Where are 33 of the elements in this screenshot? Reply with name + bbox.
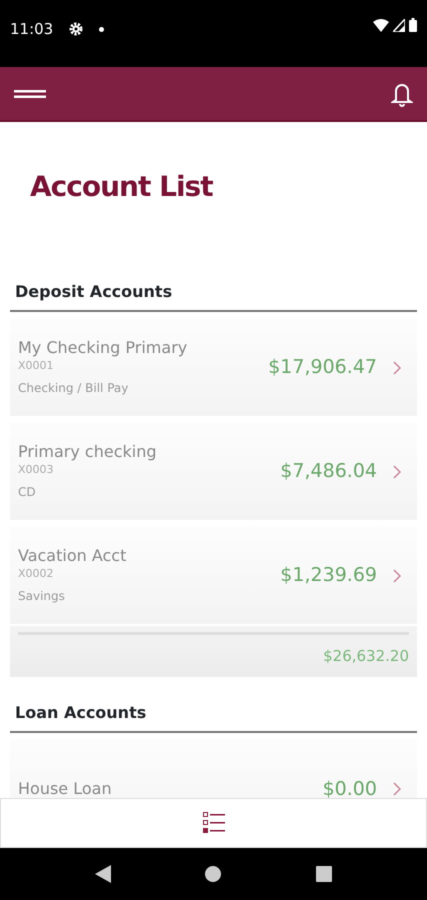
account-name: Primary checking	[18, 442, 158, 460]
wifi-icon	[373, 18, 389, 32]
chevron-right-icon	[393, 782, 401, 796]
account-balance: $17,906.47	[268, 357, 377, 378]
list-icon[interactable]	[202, 812, 224, 834]
account-number: X0002	[18, 566, 55, 582]
account-balance: $7,486.04	[280, 461, 377, 482]
chevron-right-icon	[393, 464, 401, 479]
account-type: Savings	[18, 588, 66, 605]
section-heading: Deposit Accounts	[10, 280, 417, 312]
chevron-right-icon	[393, 568, 401, 583]
total-balance: $26,632.20	[323, 646, 409, 667]
chevron-right-icon	[393, 360, 401, 375]
home-icon[interactable]	[205, 866, 222, 882]
account-balance: $0.00	[322, 778, 377, 798]
account-type: Checking / Bill Pay	[18, 380, 130, 397]
account-number: X0003	[18, 462, 55, 478]
account-name: Vacation Acct	[18, 546, 128, 564]
account-type: CD	[18, 484, 37, 501]
account-name: House Loan	[18, 780, 113, 798]
page-title: Account List	[30, 170, 214, 204]
clock: 11:03	[10, 19, 54, 40]
account-balance: $1,239.69	[280, 565, 377, 586]
recents-icon[interactable]	[316, 866, 332, 882]
battery-icon	[409, 18, 417, 32]
back-icon[interactable]	[95, 865, 112, 883]
signal-icon	[393, 18, 405, 32]
account-name: My Checking Primary	[18, 338, 188, 356]
dot-icon	[99, 26, 104, 32]
section-heading: Loan Accounts	[10, 701, 417, 734]
account-number: X0001	[18, 358, 55, 374]
menu-icon[interactable]	[14, 88, 46, 100]
gear-icon	[69, 22, 84, 36]
